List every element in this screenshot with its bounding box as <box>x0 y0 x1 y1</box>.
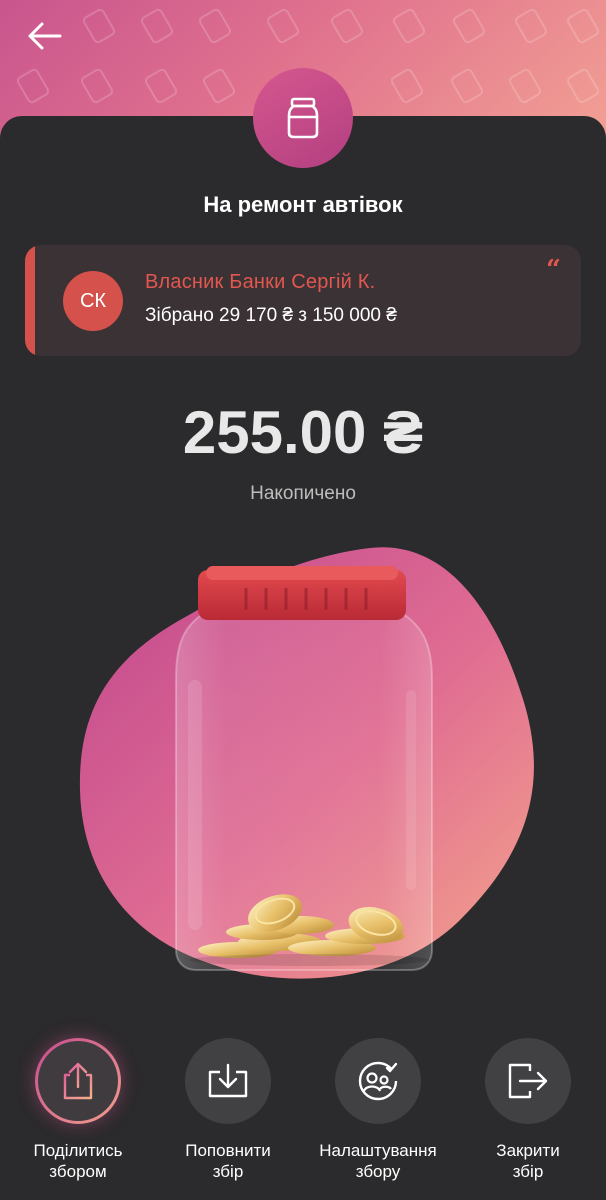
avatar: СК <box>63 271 123 331</box>
jar-icon <box>287 97 319 139</box>
top-up-icon <box>208 1063 248 1098</box>
settings-button-circle[interactable] <box>335 1038 421 1124</box>
top-up-collection-label: Поповнити збір <box>185 1141 271 1181</box>
balance-label: Накопичено <box>250 483 356 504</box>
close-collection-label: Закрити збір <box>496 1141 560 1181</box>
arrow-left-icon <box>28 22 62 50</box>
quote-icon: “ <box>546 255 561 285</box>
exit-icon <box>508 1063 548 1099</box>
close-button-circle[interactable] <box>485 1038 571 1124</box>
share-button-circle[interactable] <box>35 1038 121 1124</box>
jar-illustration <box>79 547 534 979</box>
share-collection-label: Поділитись збором <box>33 1141 123 1181</box>
share-collection-button[interactable]: Поділитись збором <box>3 1038 153 1182</box>
collection-settings-label: Налаштування збору <box>319 1141 437 1181</box>
owner-card[interactable]: СК Власник Банки Сергій К. Зібрано 29 17… <box>25 245 581 356</box>
owner-card-accent-stripe <box>25 245 35 356</box>
collection-settings-button[interactable]: Налаштування збору <box>303 1038 453 1182</box>
action-bar: Поділитись збором Поповнити збір Налашту… <box>0 1038 606 1200</box>
top-up-collection-button[interactable]: Поповнити збір <box>153 1038 303 1182</box>
owner-name: Власник Банки Сергій К. <box>145 271 376 293</box>
collection-progress: Зібрано 29 170 ₴ з 150 000 ₴ <box>145 305 397 326</box>
jar-badge <box>253 68 353 168</box>
back-button[interactable] <box>22 18 66 54</box>
share-icon <box>63 1062 93 1100</box>
collection-title: На ремонт автівок <box>203 192 403 217</box>
settings-user-icon <box>358 1061 398 1101</box>
close-collection-button[interactable]: Закрити збір <box>453 1038 603 1182</box>
balance-amount: 255.00 ₴ <box>182 399 424 466</box>
top-up-button-circle[interactable] <box>185 1038 271 1124</box>
